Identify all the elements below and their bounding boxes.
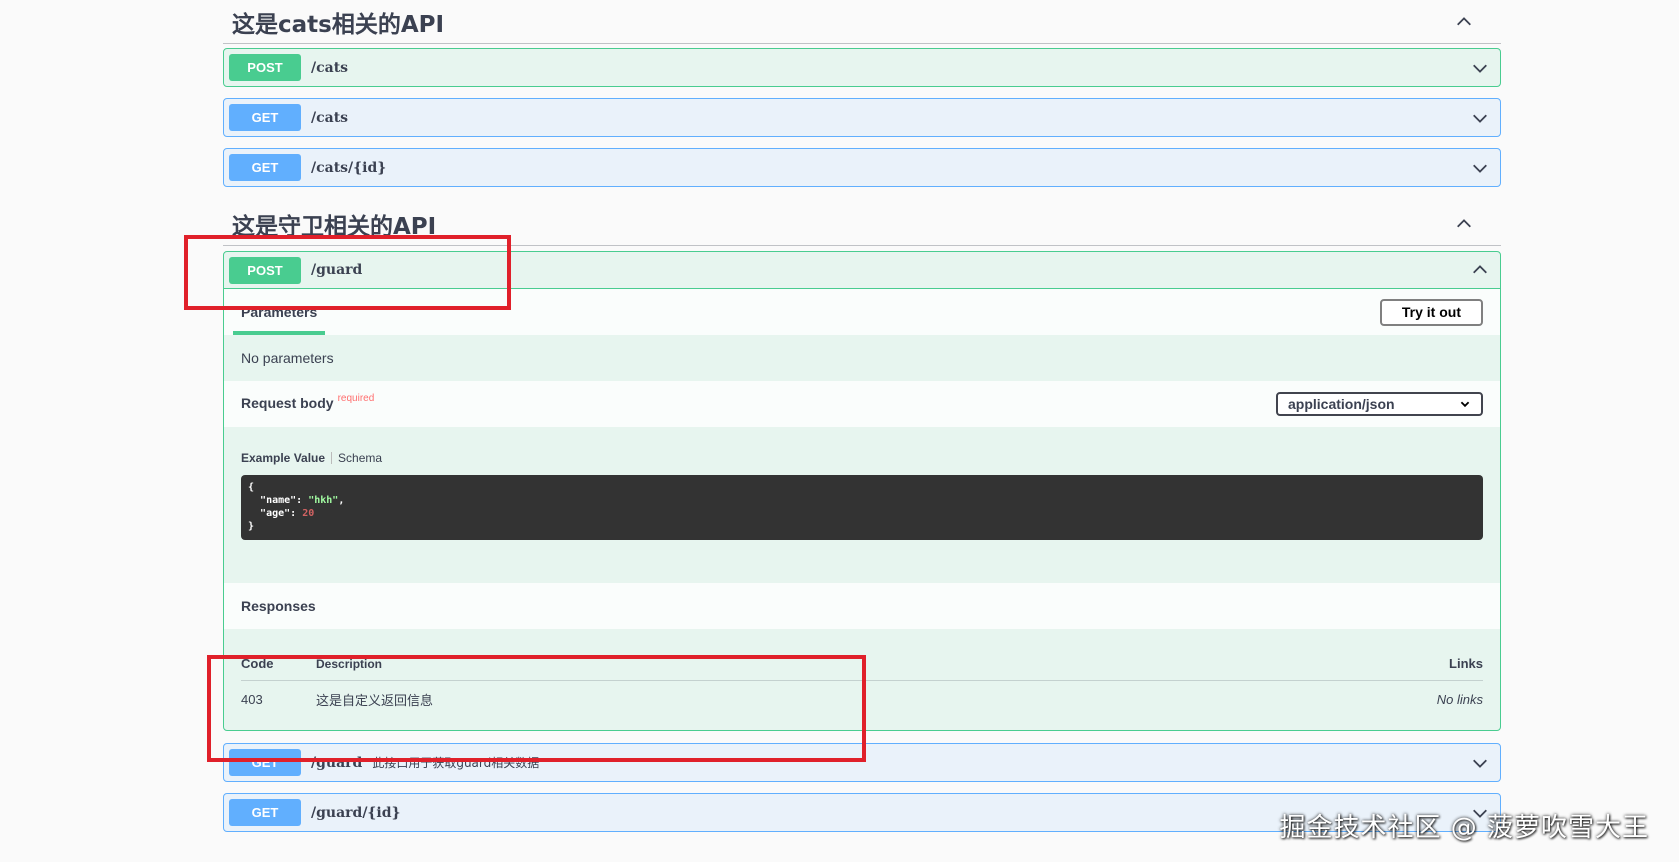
content-type-value: application/json [1288,396,1395,412]
operation-post-cats: POST /cats [223,48,1501,87]
method-badge: POST [229,256,301,284]
tag-title: 这是cats相关的API [232,11,445,38]
tab-schema[interactable]: Schema [338,451,382,465]
response-description: 这是自定义返回信息 [316,692,434,708]
method-badge: GET [229,154,301,181]
method-badge: GET [229,799,301,826]
responses-label: Responses [241,598,316,614]
table-row: 403 这是自定义返回信息 No links [241,681,1483,717]
tab-example-value[interactable]: Example Value [241,451,325,465]
tag-header-guard[interactable]: 这是守卫相关的API [223,202,1501,246]
no-parameters-text: No parameters [241,350,334,366]
chevron-up-icon[interactable] [1471,261,1489,279]
operation-get-cats-id: GET /cats/{id} [223,148,1501,187]
responses-header: Responses [224,583,1500,629]
responses-table: Code Description Links 403 这是自定义返回信息 No … [224,629,1500,730]
chevron-down-icon[interactable] [1471,159,1489,177]
tag-title: 这是守卫相关的API [232,213,437,240]
operation-path: /cats/{id} [311,159,387,176]
parameters-tab-label: Parameters [241,304,318,320]
operation-summary[interactable]: POST /cats [224,49,1500,86]
code-line: "name": "hkh", [260,495,345,506]
request-body-content: Example Value Schema { "name": "hkh", "a… [224,427,1500,583]
operation-summary[interactable]: GET /cats/{id} [224,149,1500,186]
chevron-up-icon[interactable] [1455,13,1473,31]
header-links: Links [1449,656,1483,671]
responses-table-header: Code Description Links [241,647,1483,681]
chevron-up-icon[interactable] [1455,215,1473,233]
header-description: Description [316,656,383,671]
chevron-down-icon[interactable] [1471,109,1489,127]
operation-path: /guard [311,754,363,771]
code-line: { [248,482,255,493]
header-code: Code [241,656,274,671]
method-badge: POST [229,54,301,81]
method-badge: GET [229,749,301,776]
operation-summary[interactable]: POST /guard [224,252,1500,289]
operation-path: /cats [311,59,349,76]
code-line: } [248,521,255,532]
content-type-select[interactable]: application/json [1276,392,1483,416]
tag-header-cats[interactable]: 这是cats相关的API [223,0,1501,44]
tab-parameters[interactable]: Parameters [233,289,326,335]
watermark: 掘金技术社区 @ 菠萝吹雪大王 [1279,813,1649,843]
operation-path: /cats [311,109,349,126]
try-it-out-button[interactable]: Try it out [1379,298,1483,326]
chevron-down-icon[interactable] [1471,754,1489,772]
example-tabs: Example Value Schema [241,451,1483,465]
request-body-header: Request body required application/json [224,381,1500,427]
response-code: 403 [241,691,263,707]
tab-divider [331,452,333,464]
parameters-header: Parameters Try it out [224,289,1500,335]
response-links: No links [1436,691,1483,707]
example-code-block[interactable]: { "name": "hkh", "age": 20 } [241,475,1483,540]
operation-post-guard: POST /guard Parameters Try it out No par… [223,251,1501,731]
operation-summary[interactable]: GET /cats [224,99,1500,136]
code-line: "age": 20 [260,508,315,519]
request-body-label: Request body [241,395,334,411]
operation-description: 此接口用于获取guard相关数据 [372,756,540,770]
operation-summary[interactable]: GET /guard 此接口用于获取guard相关数据 [224,744,1500,781]
operation-get-guard: GET /guard 此接口用于获取guard相关数据 [223,743,1501,782]
operation-path: /guard [311,262,363,278]
required-mark: required [337,393,375,404]
method-badge: GET [229,104,301,131]
operation-path: /guard/{id} [311,804,401,821]
chevron-down-icon [1460,401,1470,408]
chevron-down-icon[interactable] [1471,59,1489,77]
operation-get-cats: GET /cats [223,98,1501,137]
